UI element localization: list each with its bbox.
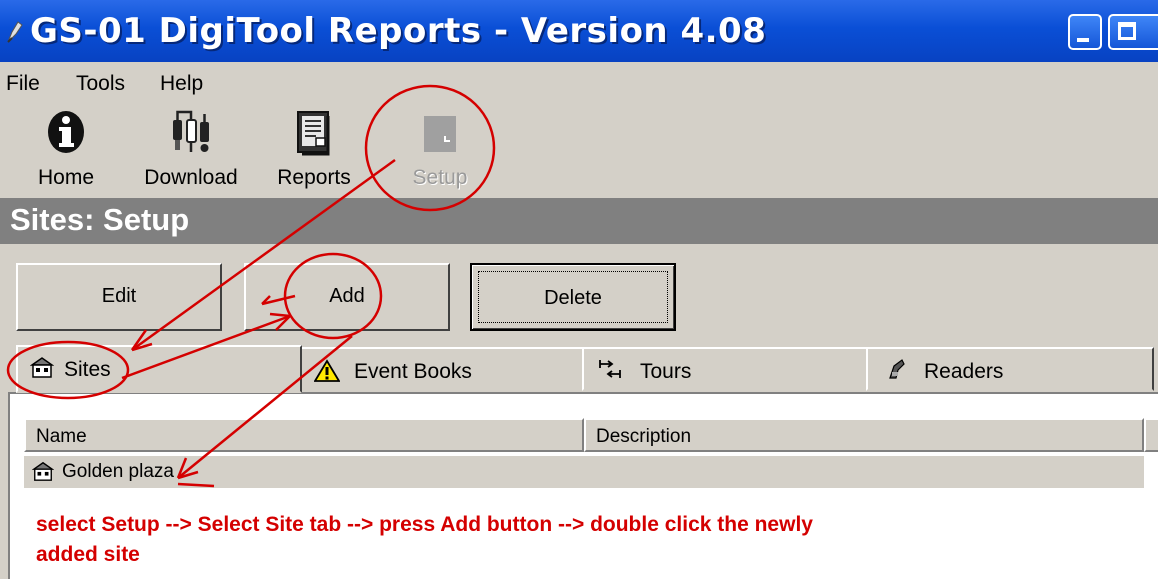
instruction-note: select Setup --> Select Site tab --> pre… xyxy=(36,510,1096,570)
focus-rect: Delete xyxy=(478,271,668,323)
tab-event-books-label: Event Books xyxy=(354,360,472,383)
setup-icon xyxy=(418,108,462,156)
column-header-filler xyxy=(1144,418,1158,452)
section-title: Sites: Setup xyxy=(10,202,190,237)
setup-label: Setup xyxy=(412,166,468,189)
section-header: Sites: Setup xyxy=(0,198,1158,244)
delete-button[interactable]: Delete xyxy=(470,263,676,331)
column-description-label: Description xyxy=(596,426,692,447)
setup-button[interactable]: Setup xyxy=(390,102,490,198)
window-title: GS-01 DigiTool Reports - Version 4.08 xyxy=(30,11,767,51)
tab-event-books[interactable]: Event Books xyxy=(300,347,584,391)
maximize-button[interactable] xyxy=(1108,14,1158,50)
menu-tools[interactable]: Tools xyxy=(76,72,125,96)
tab-tours-label: Tours xyxy=(640,360,692,383)
pen-app-icon xyxy=(4,18,26,44)
menu-bar: File Tools Help xyxy=(0,64,1158,100)
instruction-line-2: added site xyxy=(36,543,140,566)
delete-label: Delete xyxy=(544,287,602,309)
info-icon xyxy=(44,108,88,156)
minimize-button[interactable] xyxy=(1068,14,1102,50)
site-name-cell: Golden plaza xyxy=(62,461,174,482)
table-row[interactable]: Golden plaza xyxy=(24,456,1144,488)
tab-tours[interactable]: Tours xyxy=(582,347,868,391)
tab-sites-label: Sites xyxy=(64,358,111,381)
warning-icon xyxy=(313,359,341,382)
minimize-icon xyxy=(1077,38,1089,42)
building-icon xyxy=(31,460,55,482)
tab-readers-label: Readers xyxy=(924,360,1004,383)
tours-icon xyxy=(598,358,622,380)
reader-icon xyxy=(884,358,908,380)
instruction-line-1: select Setup --> Select Site tab --> pre… xyxy=(36,513,813,536)
add-button[interactable]: Add xyxy=(244,263,450,331)
toolbar: Home Download Reports Setup xyxy=(0,102,1158,198)
download-button[interactable]: Download xyxy=(126,102,256,198)
edit-label: Edit xyxy=(101,285,137,307)
reports-label: Reports xyxy=(277,166,351,189)
add-label: Add xyxy=(329,285,365,307)
building-icon xyxy=(29,356,55,378)
report-book-icon xyxy=(292,108,336,156)
maximize-icon xyxy=(1118,22,1136,40)
menu-help[interactable]: Help xyxy=(160,72,203,96)
edit-button[interactable]: Edit xyxy=(16,263,222,331)
title-bar: GS-01 DigiTool Reports - Version 4.08 xyxy=(0,0,1158,62)
column-header-description[interactable]: Description xyxy=(584,418,1144,452)
home-label: Home xyxy=(37,166,95,189)
reports-button[interactable]: Reports xyxy=(268,102,360,198)
tab-readers[interactable]: Readers xyxy=(866,347,1154,391)
tab-sites[interactable]: Sites xyxy=(16,345,302,393)
menu-file[interactable]: File xyxy=(6,72,40,96)
column-header-name[interactable]: Name xyxy=(24,418,584,452)
column-name-label: Name xyxy=(36,426,87,447)
download-label: Download xyxy=(144,166,238,189)
connector-icon xyxy=(169,108,213,156)
home-button[interactable]: Home xyxy=(26,102,106,198)
